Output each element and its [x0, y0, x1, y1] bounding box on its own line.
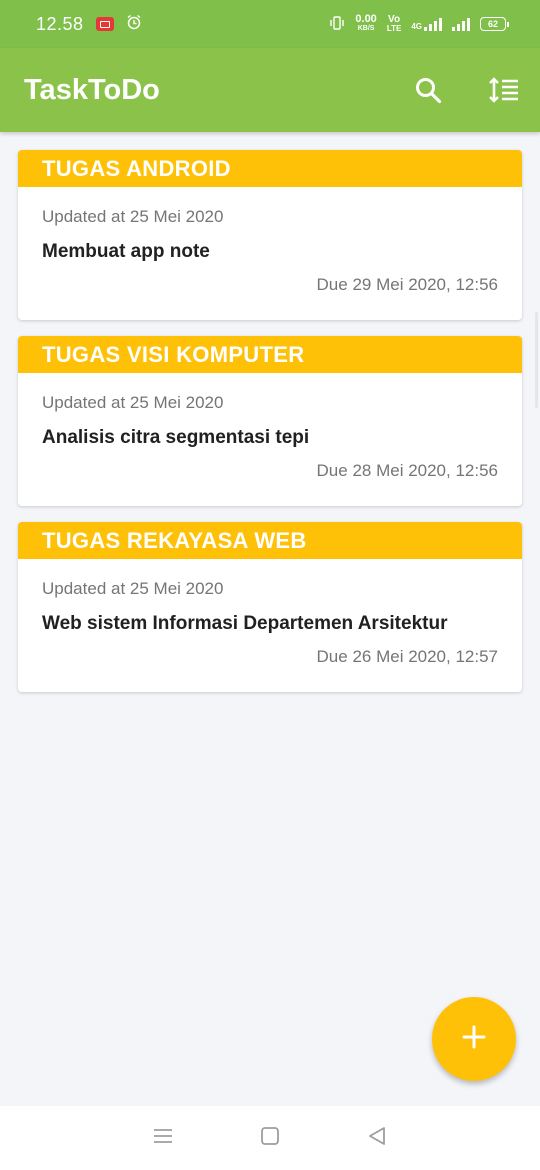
volte-top: Vo	[388, 14, 401, 25]
app-title: TaskToDo	[24, 73, 160, 106]
task-updated: Updated at 25 Mei 2020	[42, 393, 224, 412]
task-card[interactable]: TUGAS VISI KOMPUTER Updated at 25 Mei 20…	[18, 336, 522, 506]
task-category: TUGAS VISI KOMPUTER	[18, 336, 522, 373]
task-card-body: Updated at 25 Mei 2020 Membuat app note …	[18, 187, 522, 320]
task-updated: Updated at 25 Mei 2020	[42, 579, 224, 598]
status-right: 0.00 KB/S Vo LTE 4G 62	[329, 13, 509, 34]
screen-record-icon	[95, 17, 114, 31]
app-bar: TaskToDo	[0, 48, 540, 132]
status-left: 12.58	[36, 14, 142, 35]
status-time: 12.58	[36, 13, 84, 34]
task-name: Web sistem Informasi Departemen Arsitekt…	[42, 613, 448, 634]
signal-icon-2	[452, 17, 470, 31]
back-icon[interactable]	[366, 1125, 388, 1152]
menu-icon[interactable]	[152, 1127, 174, 1150]
battery-icon: 62	[480, 17, 509, 31]
net-speed: 0.00 KB/S	[355, 13, 377, 33]
task-card-body: Updated at 25 Mei 2020 Analisis citra se…	[18, 373, 522, 506]
vibrate-icon	[329, 15, 345, 34]
battery-level: 62	[487, 19, 498, 29]
scrollbar[interactable]	[535, 312, 538, 408]
navigation-bar	[0, 1106, 540, 1170]
task-name: Membuat app note	[42, 241, 210, 262]
volte-indicator: Vo LTE	[386, 14, 402, 34]
status-bar: 12.58 0.00 KB/S Vo LTE 4G 62	[0, 0, 540, 48]
net-speed-unit: KB/S	[357, 25, 375, 32]
volte-bottom: LTE	[386, 24, 402, 33]
task-category: TUGAS REKAYASA WEB	[18, 522, 522, 559]
alarm-icon	[126, 14, 142, 35]
task-card[interactable]: TUGAS ANDROID Updated at 25 Mei 2020 Mem…	[18, 150, 522, 320]
task-due: Due 28 Mei 2020, 12:56	[316, 461, 498, 480]
network-type-label: 4G	[411, 22, 422, 31]
app-actions	[412, 74, 520, 106]
search-icon[interactable]	[412, 74, 444, 106]
task-list: TUGAS ANDROID Updated at 25 Mei 2020 Mem…	[18, 150, 522, 708]
net-speed-value: 0.00	[355, 13, 377, 25]
task-updated: Updated at 25 Mei 2020	[42, 207, 224, 226]
task-due: Due 29 Mei 2020, 12:56	[316, 275, 498, 294]
task-name: Analisis citra segmentasi tepi	[42, 427, 310, 448]
add-task-button[interactable]	[432, 997, 516, 1081]
task-due: Due 26 Mei 2020, 12:57	[316, 647, 498, 666]
task-category: TUGAS ANDROID	[18, 150, 522, 187]
home-icon[interactable]	[259, 1125, 281, 1152]
task-card[interactable]: TUGAS REKAYASA WEB Updated at 25 Mei 202…	[18, 522, 522, 692]
task-card-body: Updated at 25 Mei 2020 Web sistem Inform…	[18, 559, 522, 692]
sort-icon[interactable]	[488, 74, 520, 106]
network-type: 4G	[411, 17, 442, 31]
signal-icon	[424, 17, 442, 31]
plus-icon	[461, 1024, 487, 1055]
